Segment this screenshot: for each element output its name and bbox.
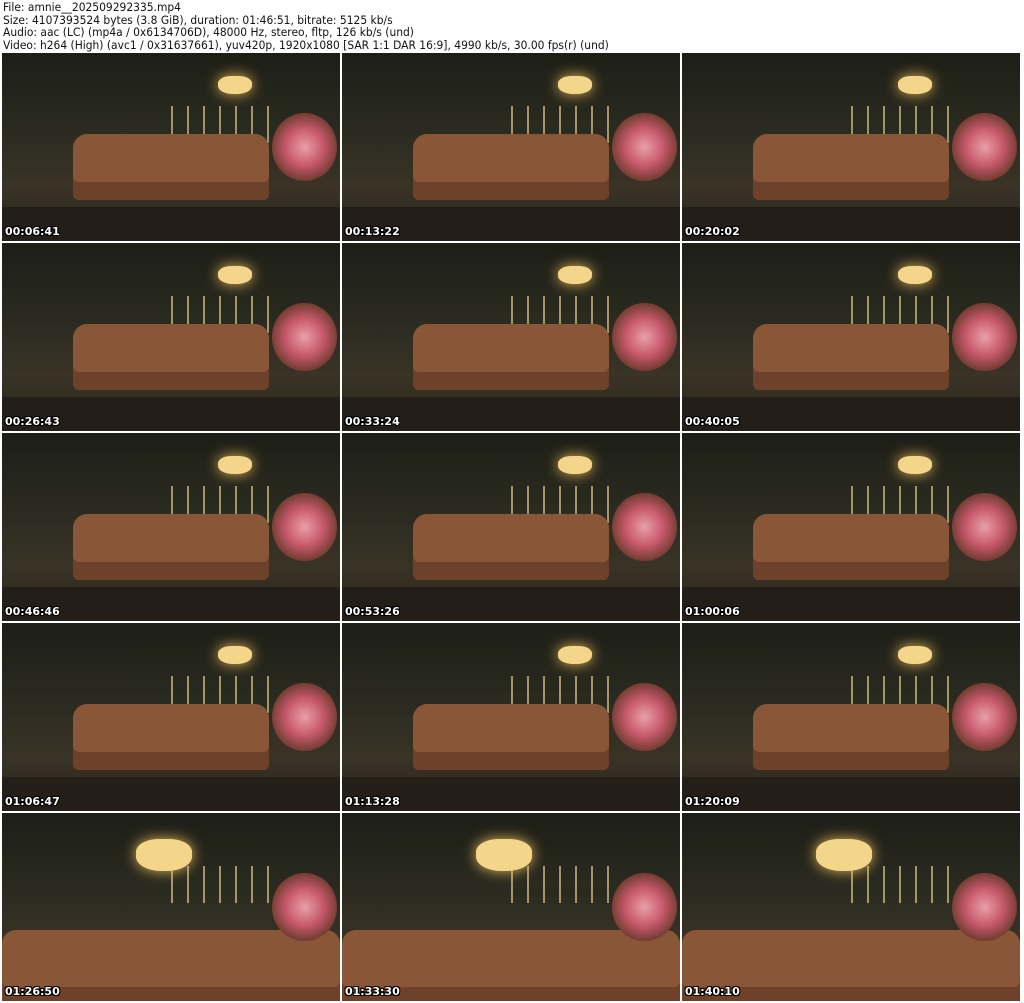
flower-arrangement (612, 493, 677, 561)
video-thumbnail[interactable]: 00:46:46 (2, 433, 340, 621)
flower-arrangement (952, 873, 1017, 941)
wall-lights (157, 865, 280, 904)
sofa (72, 323, 269, 390)
thumbnail-timestamp: 01:13:28 (345, 795, 400, 808)
thumbnail-timestamp: 00:20:02 (685, 225, 740, 238)
pendant-lamp (136, 839, 193, 872)
thumbnail-timestamp: 00:46:46 (5, 605, 60, 618)
pendant-lamp (218, 645, 253, 664)
pendant-lamp (558, 645, 593, 664)
sofa (752, 133, 949, 200)
thumbnail-timestamp: 00:53:26 (345, 605, 400, 618)
pendant-lamp (218, 265, 253, 284)
video-thumbnail[interactable]: 00:53:26 (342, 433, 680, 621)
video-thumbnail[interactable]: 01:20:09 (682, 623, 1020, 811)
video-thumbnail[interactable]: 01:00:06 (682, 433, 1020, 621)
pendant-lamp (816, 839, 873, 872)
thumbnail-timestamp: 00:06:41 (5, 225, 60, 238)
video-info: Video: h264 (High) (avc1 / 0x31637661), … (3, 37, 609, 52)
flower-arrangement (612, 303, 677, 371)
thumbnail-grid: 00:06:41 00:13:22 00:20:02 00:26:43 00:33:24… (2, 53, 1020, 1001)
pendant-lamp (558, 75, 593, 94)
sofa (412, 513, 609, 580)
video-thumbnail[interactable]: 00:20:02 (682, 53, 1020, 241)
sofa (72, 513, 269, 580)
wall-lights (837, 865, 960, 904)
thumbnail-timestamp: 01:20:09 (685, 795, 740, 808)
pendant-lamp (218, 75, 253, 94)
sofa (72, 133, 269, 200)
flower-arrangement (272, 303, 337, 371)
thumbnail-timestamp: 01:26:50 (5, 985, 60, 998)
thumbnail-timestamp: 00:26:43 (5, 415, 60, 428)
pendant-lamp (898, 645, 933, 664)
sofa (412, 323, 609, 390)
wall-lights (497, 865, 620, 904)
flower-arrangement (952, 683, 1017, 751)
flower-arrangement (272, 873, 337, 941)
video-thumbnail[interactable]: 00:40:05 (682, 243, 1020, 431)
video-thumbnail[interactable]: 01:26:50 (2, 813, 340, 1001)
file-info-header: File: amnie__202509292335.mp4 Size: 4107… (3, 1, 609, 51)
thumbnail-timestamp: 00:33:24 (345, 415, 400, 428)
sofa (752, 513, 949, 580)
flower-arrangement (612, 683, 677, 751)
thumbnail-timestamp: 01:33:30 (345, 985, 400, 998)
flower-arrangement (952, 303, 1017, 371)
pendant-lamp (558, 265, 593, 284)
flower-arrangement (952, 113, 1017, 181)
pendant-lamp (558, 455, 593, 474)
thumbnail-timestamp: 01:00:06 (685, 605, 740, 618)
sofa (412, 703, 609, 770)
video-thumbnail[interactable]: 01:13:28 (342, 623, 680, 811)
flower-arrangement (272, 113, 337, 181)
thumbnail-timestamp: 00:13:22 (345, 225, 400, 238)
pendant-lamp (898, 455, 933, 474)
video-thumbnail[interactable]: 00:33:24 (342, 243, 680, 431)
flower-arrangement (612, 873, 677, 941)
video-thumbnail[interactable]: 01:33:30 (342, 813, 680, 1001)
video-thumbnail[interactable]: 01:06:47 (2, 623, 340, 811)
video-thumbnail[interactable]: 00:06:41 (2, 53, 340, 241)
pendant-lamp (898, 75, 933, 94)
thumbnail-timestamp: 00:40:05 (685, 415, 740, 428)
sofa (752, 323, 949, 390)
thumbnail-timestamp: 01:06:47 (5, 795, 60, 808)
flower-arrangement (272, 683, 337, 751)
pendant-lamp (218, 455, 253, 474)
flower-arrangement (612, 113, 677, 181)
flower-arrangement (952, 493, 1017, 561)
thumbnail-timestamp: 01:40:10 (685, 985, 740, 998)
flower-arrangement (272, 493, 337, 561)
video-thumbnail[interactable]: 00:26:43 (2, 243, 340, 431)
pendant-lamp (476, 839, 533, 872)
sofa (72, 703, 269, 770)
pendant-lamp (898, 265, 933, 284)
sofa (412, 133, 609, 200)
video-thumbnail[interactable]: 01:40:10 (682, 813, 1020, 1001)
audio-info: Audio: aac (LC) (mp4a / 0x6134706D), 480… (3, 25, 414, 39)
video-thumbnail[interactable]: 00:13:22 (342, 53, 680, 241)
file-name: File: amnie__202509292335.mp4 (3, 0, 181, 14)
sofa (752, 703, 949, 770)
